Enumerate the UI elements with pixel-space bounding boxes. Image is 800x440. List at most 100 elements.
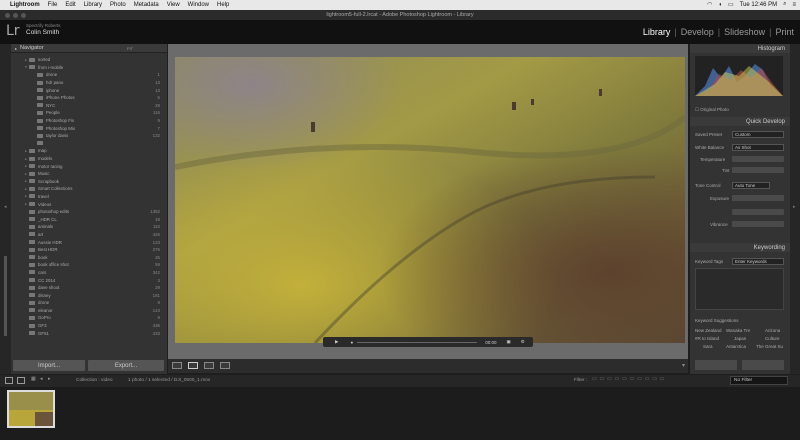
keyword-suggestion[interactable]: #R to Island — [695, 336, 719, 341]
collection-item[interactable]: ▸ Scrapbook — [11, 178, 167, 186]
white-balance-select[interactable]: As Shot — [732, 144, 784, 151]
collection-item[interactable]: cars 342 — [11, 269, 167, 277]
collection-item[interactable]: GoPro 8 — [11, 314, 167, 322]
video-frame-image[interactable] — [175, 57, 685, 343]
collection-item[interactable]: drone 1 — [11, 71, 167, 79]
auto-tone-button[interactable]: Auto Tone — [732, 182, 770, 189]
loupe-view-icon[interactable] — [188, 362, 198, 369]
menu-edit[interactable]: Edit — [65, 2, 75, 8]
collection-item[interactable]: _HDR CL 18 — [11, 215, 167, 223]
collection-item[interactable]: iPhone Photos 5 — [11, 94, 167, 102]
collection-item[interactable]: book 25 — [11, 253, 167, 261]
wifi-icon[interactable]: ◠ — [707, 1, 712, 8]
menu-view[interactable]: View — [167, 2, 180, 8]
collection-item[interactable]: ▸ map — [11, 147, 167, 155]
histogram-header[interactable]: Histogram — [690, 44, 790, 53]
vibrance-buttons[interactable] — [732, 221, 784, 227]
sync-settings-button[interactable] — [742, 360, 784, 370]
collection-item[interactable]: ▸ motor racing — [11, 162, 167, 170]
menu-metadata[interactable]: Metadata — [134, 2, 159, 8]
zoom-window-button[interactable] — [21, 13, 26, 18]
navigator-fit[interactable]: FIT — [127, 46, 133, 51]
collection-item[interactable]: dave shoot 29 — [11, 284, 167, 292]
keyword-suggestion[interactable]: Japan — [734, 336, 746, 341]
frame-icon[interactable]: ▣ — [506, 339, 510, 345]
keyword-suggestion[interactable]: Antarctica — [726, 344, 746, 349]
collection-item[interactable]: Photoshop Mix 7 — [11, 124, 167, 132]
navigator-header[interactable]: ▸ Navigator FIT — [11, 44, 167, 53]
menu-clock[interactable]: Tue 12:46 PM — [740, 2, 777, 8]
forward-arrow-icon[interactable]: ▸ — [48, 377, 50, 382]
list-icon[interactable]: ≡ — [792, 2, 796, 8]
keyword-suggestion[interactable]: New Zealand — [695, 328, 722, 333]
collection-item[interactable]: NYC 28 — [11, 102, 167, 110]
collection-item[interactable]: disney 181 — [11, 291, 167, 299]
collection-item[interactable]: GF51 433 — [11, 329, 167, 337]
secondary-window-2-icon[interactable] — [17, 377, 25, 384]
playhead-icon[interactable]: ● — [350, 340, 353, 345]
minimize-window-button[interactable] — [13, 13, 18, 18]
keyword-suggestion[interactable]: The Great Su — [756, 344, 783, 349]
collection-item[interactable]: drone 8 — [11, 299, 167, 307]
menu-help[interactable]: Help — [217, 2, 229, 8]
collection-item[interactable]: CC 2014 3 — [11, 276, 167, 284]
right-panel-toggle[interactable]: ▸ — [790, 44, 800, 374]
exposure-buttons[interactable] — [732, 195, 784, 201]
collection-item[interactable]: ▸ sorted — [11, 56, 167, 64]
grid-view-icon[interactable] — [172, 362, 182, 369]
collection-item[interactable]: art 426 — [11, 231, 167, 239]
left-panel-toggle[interactable]: ◂ — [0, 44, 11, 374]
sync-button[interactable] — [695, 360, 737, 370]
filmstrip-thumbnail[interactable] — [7, 390, 55, 428]
collection-item[interactable]: iphone 13 — [11, 86, 167, 94]
export-button[interactable]: Export... — [88, 360, 164, 371]
collection-item[interactable]: Aussie HDR 133 — [11, 238, 167, 246]
collection-item[interactable]: GF3 436 — [11, 322, 167, 330]
menu-app-lightroom[interactable]: Lightroom — [10, 2, 40, 8]
play-icon[interactable]: ▶ — [335, 339, 338, 345]
module-slideshow[interactable]: Slideshow — [724, 27, 765, 37]
collection-item[interactable]: People 116 — [11, 109, 167, 117]
volume-icon[interactable]: ◖ — [718, 2, 722, 8]
module-develop[interactable]: Develop — [681, 27, 714, 37]
menu-file[interactable]: File — [48, 2, 58, 8]
collection-item[interactable]: photoshop edits 1352 — [11, 208, 167, 216]
collection-item[interactable]: animals 110 — [11, 223, 167, 231]
collection-item[interactable]: ▸ Videos — [11, 200, 167, 208]
video-scrubber[interactable] — [357, 341, 478, 343]
collection-item[interactable]: hdr pano 13 — [11, 79, 167, 87]
compare-view-icon[interactable] — [204, 362, 214, 369]
module-library[interactable]: Library — [643, 27, 671, 37]
secondary-window-1-icon[interactable] — [5, 377, 13, 384]
grid-small-icon[interactable]: ▦ — [31, 377, 36, 382]
keyword-suggestion[interactable]: Arizona — [765, 328, 780, 333]
collection-item[interactable]: ▸ Smart Collections — [11, 185, 167, 193]
saved-preset-select[interactable]: Custom — [732, 131, 784, 138]
close-window-button[interactable] — [5, 13, 10, 18]
battery-icon[interactable]: ▭ — [728, 1, 734, 8]
video-gear-icon[interactable]: ⚙ — [521, 339, 525, 345]
keyword-suggestion[interactable]: Culture — [765, 336, 780, 341]
keyword-tags-select[interactable]: Enter Keywords — [732, 258, 784, 265]
original-photo-checkbox[interactable]: ☐ Original Photo — [695, 107, 729, 113]
collection-item[interactable]: ▾ from i-mobile — [11, 64, 167, 72]
collection-item[interactable]: ▸ Music — [11, 170, 167, 178]
collection-item[interactable] — [11, 140, 167, 148]
keyword-suggestion[interactable]: Wanaka Tre — [726, 328, 750, 333]
keywording-header[interactable]: Keywording — [690, 243, 790, 252]
temperature-buttons[interactable] — [732, 156, 784, 162]
survey-view-icon[interactable] — [220, 362, 230, 369]
toolbar-menu-icon[interactable]: ▾ — [682, 362, 685, 369]
filter-icons[interactable]: ▭▭▭▭▭▭▭▭▭▭ — [592, 377, 667, 382]
tint-buttons[interactable] — [732, 167, 784, 173]
collection-item[interactable]: Photoshop Fix 9 — [11, 117, 167, 125]
back-arrow-icon[interactable]: ◂ — [40, 377, 42, 382]
search-icon[interactable]: ⌕ — [783, 1, 786, 8]
quick-develop-header[interactable]: Quick Develop — [690, 117, 790, 126]
left-scrollbar[interactable] — [4, 256, 7, 336]
keyword-tags-textarea[interactable] — [695, 268, 784, 310]
keyword-suggestion[interactable]: Sara — [703, 344, 713, 349]
menu-library[interactable]: Library — [84, 2, 102, 8]
collection-item[interactable]: book office shot 59 — [11, 261, 167, 269]
filmstrip-source[interactable]: Collection : video — [76, 378, 113, 383]
